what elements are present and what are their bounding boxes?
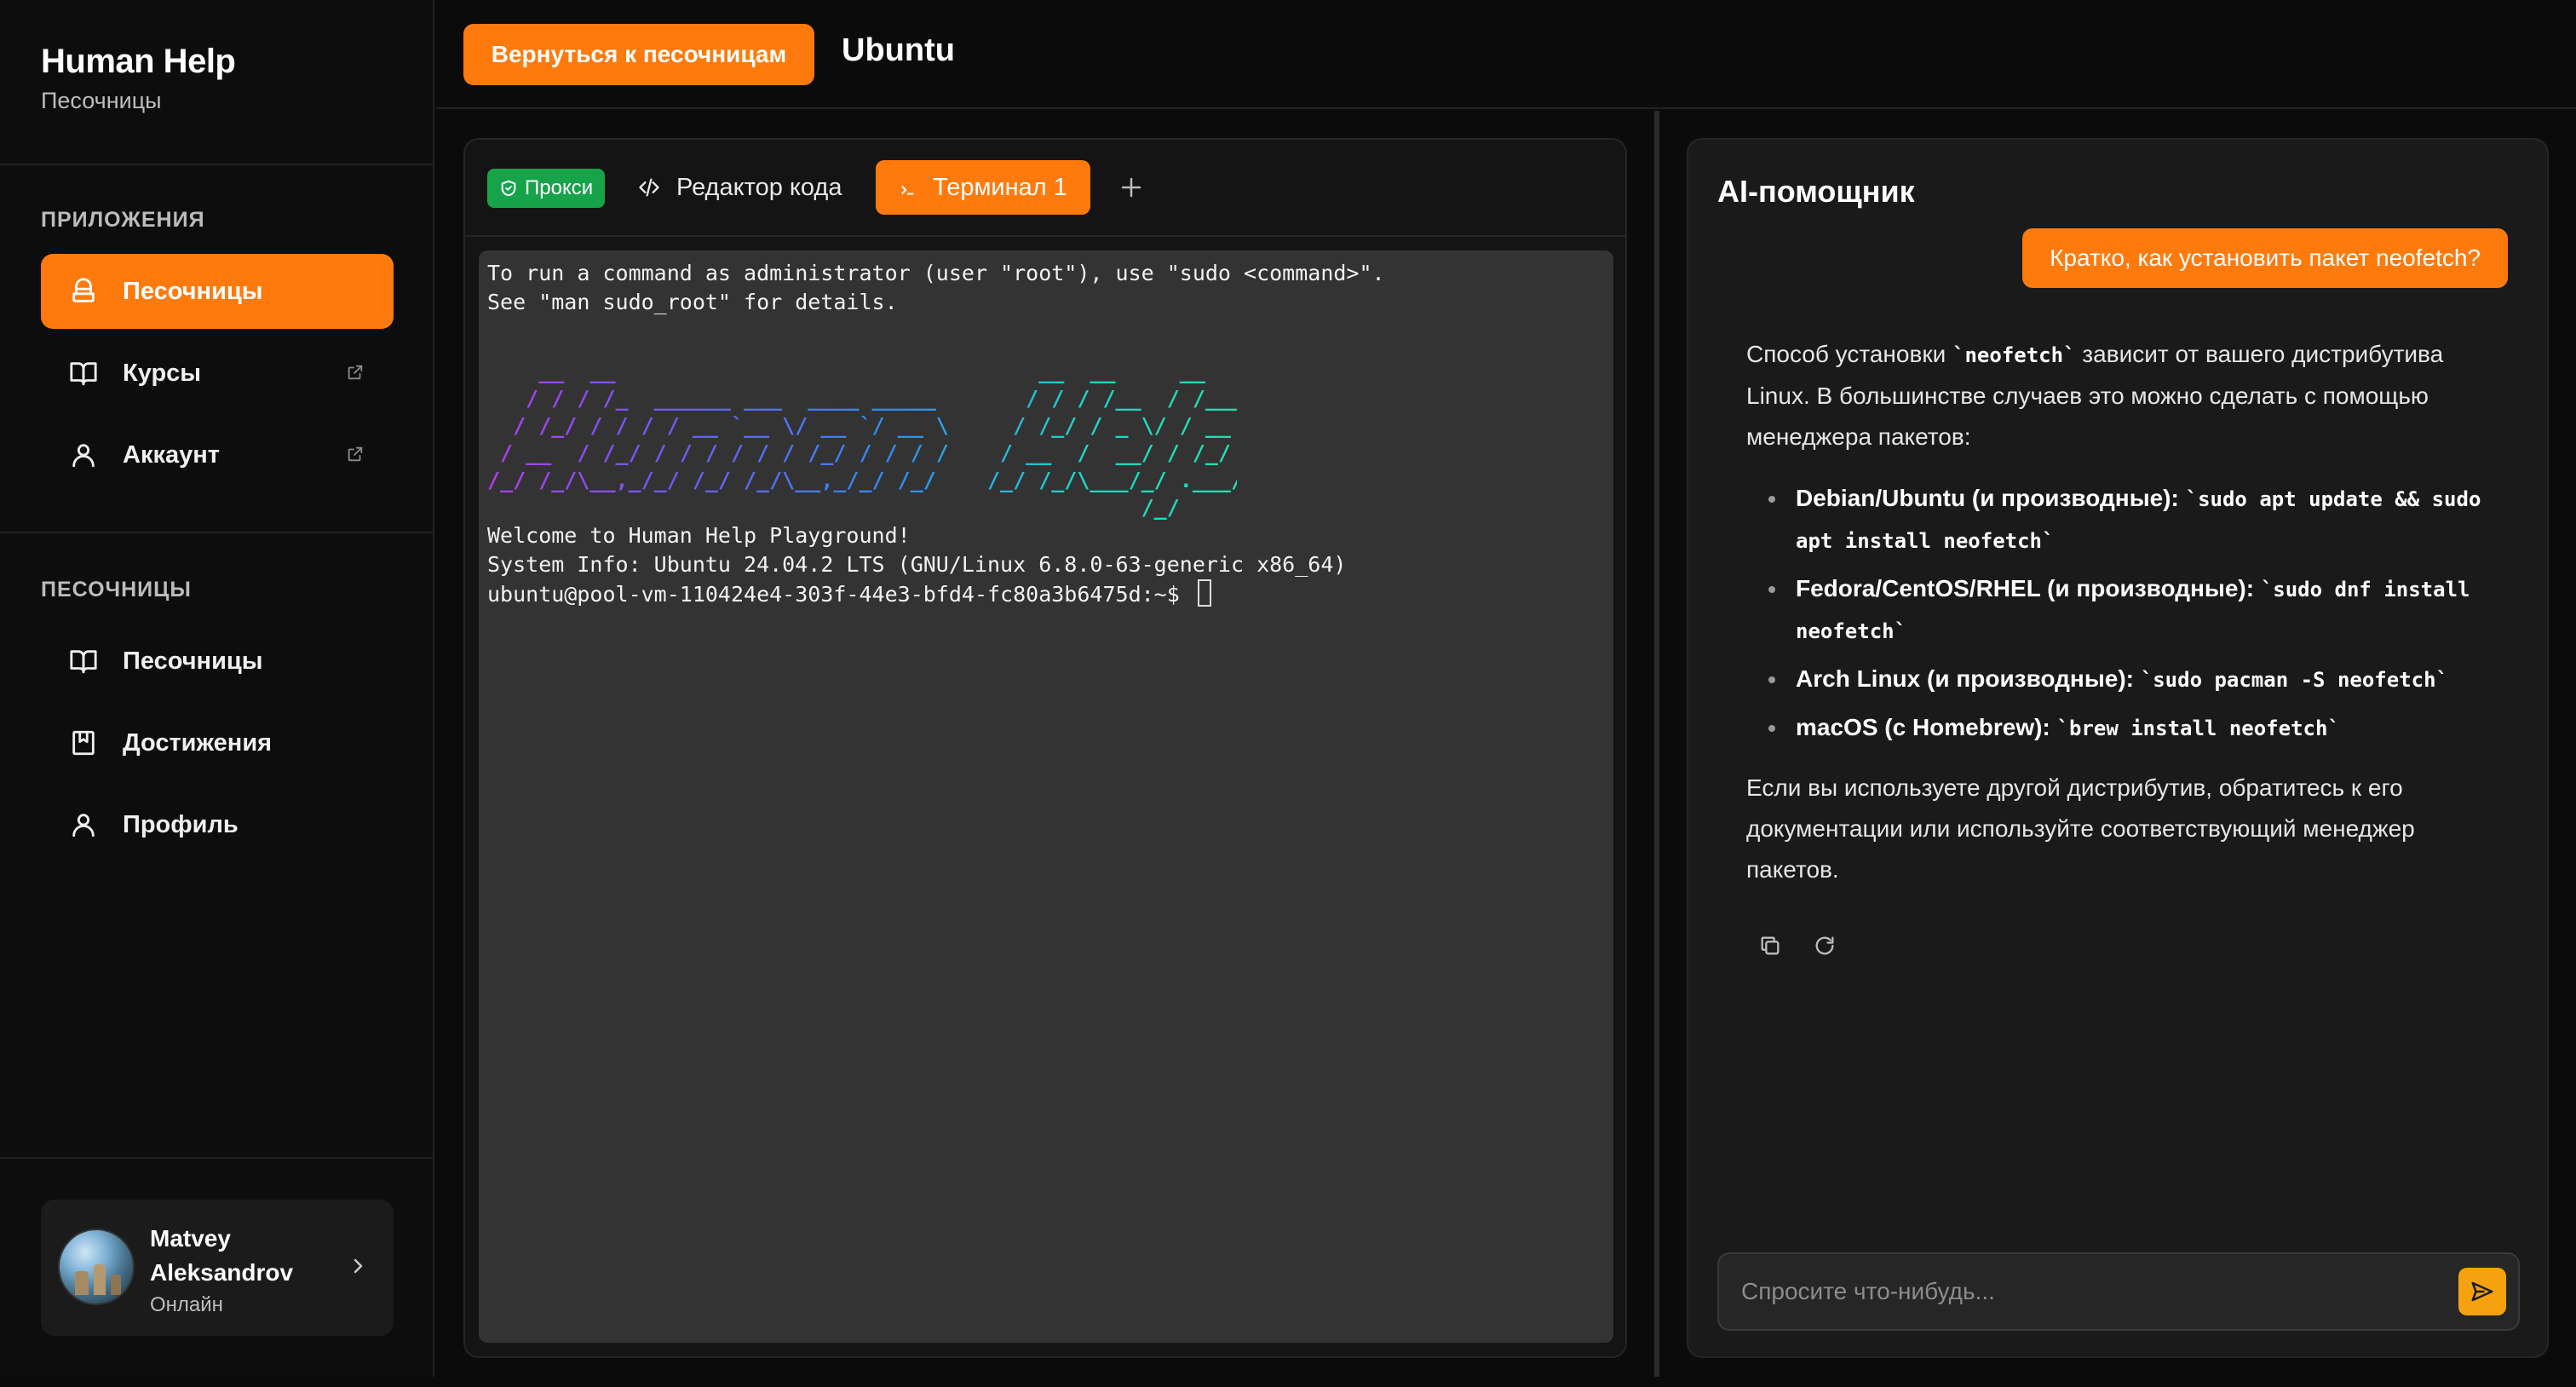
tab-code-editor[interactable]: Редактор кода — [635, 160, 842, 215]
brand-title: Human Help — [41, 43, 236, 80]
brand-subtitle: Песочницы — [41, 88, 162, 113]
terminal-cursor — [1197, 579, 1211, 607]
answer-list: Debian/Ubuntu (и производные): `sudo apt… — [1746, 478, 2513, 749]
regenerate-icon[interactable] — [1813, 934, 1838, 959]
divider — [0, 532, 434, 533]
inline-code: `sudo pacman -S neofetch` — [2140, 668, 2448, 692]
add-tab-button[interactable] — [1109, 165, 1153, 210]
terminal-line: See "man sudo_root" for details. — [487, 290, 898, 314]
answer-outro: Если вы используете другой дистрибутив, … — [1746, 774, 2415, 883]
answer-actions — [1758, 934, 1838, 959]
terminal-prompt: ubuntu@pool-vm-110424e4-303f-44e3-bfd4-f… — [487, 582, 1193, 607]
avatar — [58, 1229, 135, 1305]
inline-code: `brew install neofetch` — [2056, 717, 2340, 740]
ascii-line: / __ / /_/ / / / / / / /_/ / / / / / __ … — [487, 440, 1257, 465]
sidebar-item-achievements[interactable]: Достижения — [41, 705, 394, 780]
sidebar-item-label: Курсы — [123, 359, 202, 387]
brand: Human Help Песочницы — [41, 43, 236, 114]
ascii-line: / /_/ / / / / __ `__ \/ __ `/ __ \ / /_/… — [487, 413, 1257, 438]
back-to-sandboxes-button[interactable]: Вернуться к песочницам — [463, 24, 814, 85]
external-link-icon — [346, 445, 365, 463]
book-icon — [68, 358, 99, 388]
sidebar-item-label: Песочницы — [123, 277, 263, 305]
ascii-line: / / / /_ ______ ___ ____ _____ / / / /__… — [487, 386, 1245, 411]
list-item: macOS (с Homebrew): `brew install neofet… — [1768, 707, 2513, 749]
sidebar-item-label: Достижения — [123, 728, 273, 757]
sidebar-item-courses[interactable]: Курсы — [41, 336, 394, 411]
terminal-line: System Info: Ubuntu 24.04.2 LTS (GNU/Lin… — [487, 552, 1347, 577]
user-name: Matvey Aleksandrov — [150, 1225, 294, 1286]
book-icon — [68, 646, 99, 676]
user-message: Кратко, как установить пакет neofetch? — [2022, 228, 2508, 288]
terminal-output[interactable]: To run a command as administrator (user … — [479, 250, 1613, 1343]
sidebar-item-label: Профиль — [123, 810, 239, 838]
sandboxes-section-title: ПЕСОЧНИЦЫ — [41, 578, 192, 601]
top-header: Вернуться к песочницам Ubuntu — [436, 0, 2576, 109]
external-link-icon — [346, 363, 365, 382]
copy-icon[interactable] — [1758, 934, 1784, 959]
ai-assistant-panel: AI-помощник Кратко, как установить пакет… — [1687, 138, 2549, 1358]
divider — [0, 164, 434, 165]
tab-label: Терминал 1 — [933, 173, 1067, 201]
send-button[interactable] — [2458, 1268, 2506, 1315]
terminal-prompt-line: ubuntu@pool-vm-110424e4-303f-44e3-bfd4-f… — [487, 579, 1605, 608]
terminal-line: To run a command as administrator (user … — [487, 261, 1385, 285]
workspace-tabs: Прокси Редактор кода Терминал 1 — [465, 140, 1625, 237]
send-icon — [2471, 1281, 2493, 1302]
ascii-line: /_/ — [487, 494, 1237, 521]
sidebar-item-sandboxes[interactable]: Песочницы — [41, 624, 394, 699]
code-icon — [635, 176, 663, 199]
terminal-icon — [899, 178, 917, 197]
achievement-icon — [68, 728, 99, 758]
chevron-right-icon — [348, 1256, 368, 1276]
list-item: Arch Linux (и производные): `sudo pacman… — [1768, 659, 2513, 700]
sidebar-item-profile[interactable]: Профиль — [41, 787, 394, 862]
user-icon — [68, 440, 99, 470]
assistant-input-box — [1717, 1252, 2520, 1331]
proxy-label: Прокси — [525, 176, 594, 199]
list-item: Fedora/CentOS/RHEL (и производные): `sud… — [1768, 568, 2513, 652]
ascii-line: /_/ /_/\__,_/_/ /_/ /_/\__,_/_/ /_/ /_/ … — [487, 468, 1245, 492]
sidebar-item-label: Аккаунт — [123, 440, 220, 469]
assistant-input[interactable] — [1719, 1254, 2452, 1329]
shield-check-icon — [499, 179, 518, 198]
tab-label: Редактор кода — [676, 173, 842, 201]
ascii-line: __ __ __ __ __ — [487, 358, 1237, 385]
workspace-panel: Прокси Редактор кода Терминал 1 To run a… — [463, 138, 1627, 1358]
sidebar: Human Help Песочницы ПРИЛОЖЕНИЯ Песочниц… — [0, 0, 434, 1377]
sidebar-item-account[interactable]: Аккаунт — [41, 417, 394, 492]
proxy-badge[interactable]: Прокси — [487, 169, 606, 208]
ai-panel-title: AI-помощник — [1717, 174, 1915, 209]
user-icon — [68, 809, 99, 840]
user-status: Онлайн — [150, 1293, 223, 1316]
plus-icon — [1121, 177, 1141, 198]
sidebar-item-sandboxes-app[interactable]: Песочницы — [41, 254, 394, 329]
page-title: Ubuntu — [842, 32, 955, 68]
user-card[interactable]: Matvey Aleksandrov Онлайн — [41, 1200, 394, 1336]
tab-terminal-1[interactable]: Терминал 1 — [876, 160, 1090, 215]
panel-resize-handle[interactable] — [1654, 111, 1659, 1377]
sandbox-icon — [68, 276, 99, 307]
inline-code: `neofetch` — [1952, 343, 2076, 367]
sidebar-item-label: Песочницы — [123, 647, 263, 675]
answer-intro: Способ установки `neofetch` зависит от в… — [1746, 341, 2444, 450]
assistant-answer: Способ установки `neofetch` зависит от в… — [1746, 334, 2513, 890]
terminal-line: Welcome to Human Help Playground! — [487, 523, 911, 548]
divider — [0, 1157, 434, 1159]
list-item: Debian/Ubuntu (и производные): `sudo apt… — [1768, 478, 2513, 561]
apps-section-title: ПРИЛОЖЕНИЯ — [41, 208, 205, 232]
ascii-art-banner: __ __ __ __ __ / / / /_ ______ ___ ____ … — [487, 358, 1605, 521]
